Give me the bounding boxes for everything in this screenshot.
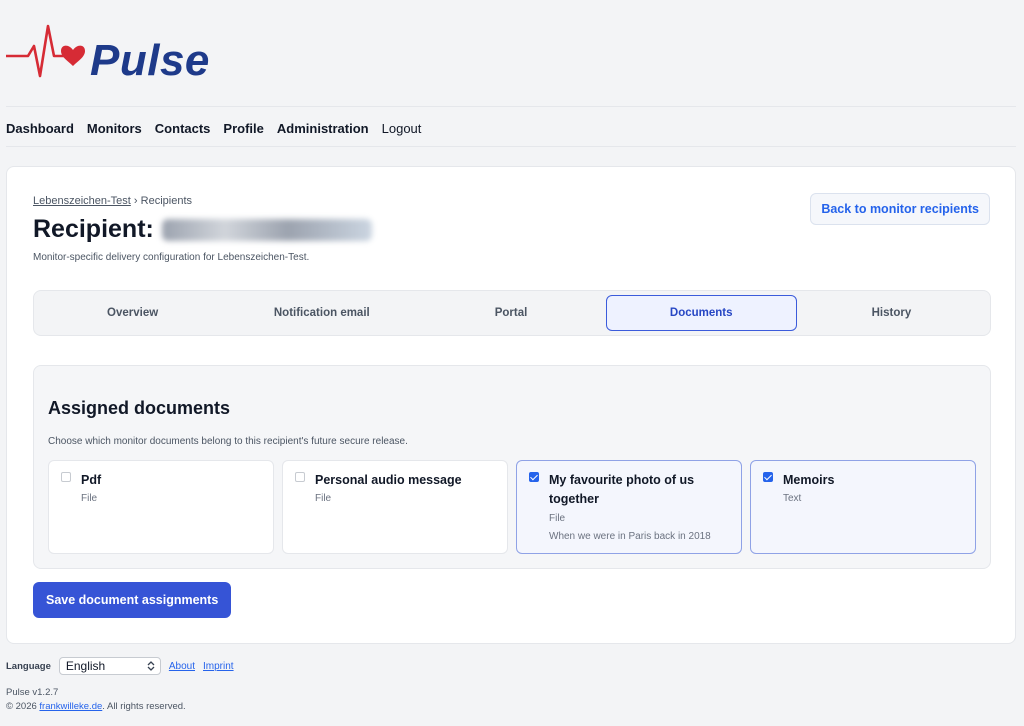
document-type: File [549,513,566,524]
language-row: Language English About Imprint [6,656,234,676]
document-name: Personal audio message [315,473,462,487]
nav-contacts[interactable]: Contacts [155,121,211,136]
select-chevron-icon [147,661,155,671]
heartbeat-icon [6,24,85,78]
header: Pulse [0,0,1024,106]
document-type: File [81,493,98,504]
breadcrumb: Lebenszeichen-Test › Recipients [33,195,192,207]
document-checkbox-checked[interactable] [529,472,539,482]
nav-logout[interactable]: Logout [382,121,422,136]
recipient-card: Lebenszeichen-Test › Recipients Recipien… [6,166,1016,644]
about-link[interactable]: About [169,661,195,672]
document-card-pdf[interactable]: Pdf File [48,460,274,554]
document-name: My favourite photo of us together [549,473,695,506]
language-selected-value: English [65,659,106,673]
header-divider [6,106,1016,107]
language-select[interactable]: English [58,657,161,675]
document-type: Text [783,493,802,504]
redacted-recipient-name [161,218,372,241]
tab-notification-email[interactable]: Notification email [227,295,416,331]
document-checkbox-checked[interactable] [763,472,773,482]
document-card-audio[interactable]: Personal audio message File [282,460,508,554]
copyright-text: © 2026 frankwilleke.de. All rights reser… [6,701,234,712]
footer: Language English About Imprint Pulse v1.… [6,656,234,712]
save-document-assignments-button[interactable]: Save document assignments [33,582,232,618]
pulse-logo[interactable]: Pulse [6,20,226,90]
version-text: Pulse v1.2.7 [6,687,59,698]
page-subtitle: Monitor-specific delivery configuration … [33,252,310,263]
nav-dashboard[interactable]: Dashboard [6,121,74,136]
nav-profile[interactable]: Profile [223,121,263,136]
tab-history[interactable]: History [797,295,986,331]
document-name: Memoirs [783,473,835,487]
main-nav: Dashboard Monitors Contacts Profile Admi… [6,118,421,138]
section-description: Choose which monitor documents belong to… [48,436,408,447]
language-label: Language [6,660,51,672]
document-list: Pdf File Personal audio message File My … [48,460,976,554]
section-title: Assigned documents [48,398,231,418]
tab-overview[interactable]: Overview [38,295,227,331]
imprint-link[interactable]: Imprint [203,661,234,672]
breadcrumb-separator: › [133,195,138,207]
tab-documents[interactable]: Documents [605,295,797,331]
document-card-memoirs[interactable]: Memoirs Text [750,460,976,554]
assigned-documents-panel: Assigned documents Choose which monitor … [33,365,991,569]
copyright-link[interactable]: frankwilleke.de [39,701,102,712]
document-note: When we were in Paris back in 2018 [549,531,711,542]
back-to-recipients-button[interactable]: Back to monitor recipients [810,193,990,225]
breadcrumb-current: Recipients [140,195,192,207]
document-checkbox[interactable] [295,472,305,482]
breadcrumb-monitor-link[interactable]: Lebenszeichen-Test [33,195,131,207]
tab-bar: Overview Notification email Portal Docum… [33,290,991,336]
brand-name: Pulse [90,36,210,85]
page-title-prefix: Recipient: [33,215,154,243]
tab-portal[interactable]: Portal [416,295,605,331]
document-type: File [315,493,332,504]
document-name: Pdf [81,473,102,487]
document-card-photo[interactable]: My favourite photo of us together File W… [516,460,742,554]
nav-monitors[interactable]: Monitors [87,121,142,136]
nav-administration[interactable]: Administration [277,121,369,136]
nav-divider [6,146,1016,147]
copyright-suffix: . All rights reserved. [102,701,186,712]
page-title: Recipient: [33,215,372,244]
copyright-prefix: © 2026 [6,701,37,712]
document-checkbox[interactable] [61,472,71,482]
